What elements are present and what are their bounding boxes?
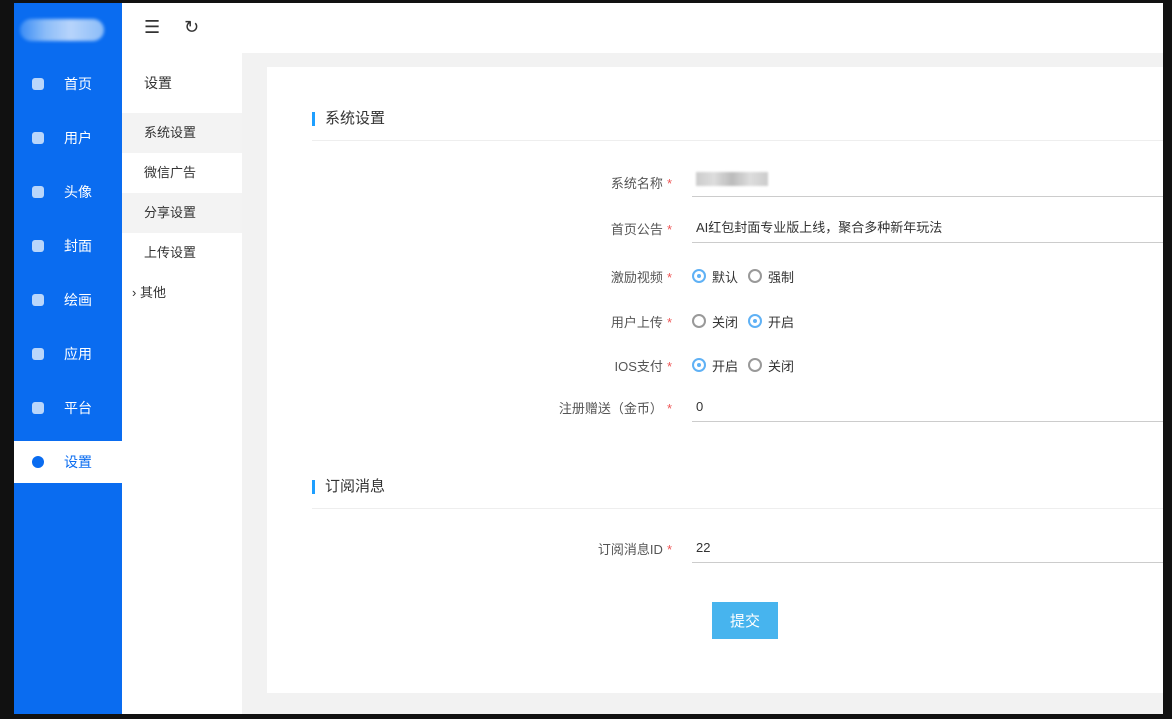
nav-label: 设置: [64, 454, 92, 470]
diamond-icon: [32, 132, 44, 144]
field-ios: IOS支付 * 开启 关闭: [267, 350, 1163, 380]
radio-upload-off[interactable]: 关闭: [692, 312, 738, 331]
radio-ios-on[interactable]: 开启: [692, 356, 738, 375]
section-title-subscribe: 订阅消息: [312, 465, 1163, 509]
nav-drawing[interactable]: 绘画: [14, 279, 122, 321]
submenu-share[interactable]: 分享设置: [122, 193, 242, 233]
field-upload: 用户上传 * 关闭 开启: [267, 306, 1163, 336]
nav-platform[interactable]: 平台: [14, 387, 122, 429]
submenu: 设置 系统设置 微信广告 分享设置 上传设置 › 其他: [122, 53, 242, 714]
star-icon: [32, 240, 44, 252]
home-icon: [32, 78, 44, 90]
submenu-upload[interactable]: 上传设置: [122, 233, 242, 273]
gear-icon: [32, 456, 44, 468]
sidebar: 首页 用户 头像 封面 绘画 应用 平台 设置: [14, 3, 122, 714]
field-subscribe-id: 订阅消息ID * 22: [267, 533, 1163, 563]
submenu-wechat-ads[interactable]: 微信广告: [122, 153, 242, 193]
nav-apps[interactable]: 应用: [14, 333, 122, 375]
nav-label: 绘画: [64, 292, 92, 308]
nav-home[interactable]: 首页: [14, 63, 122, 105]
nav-label: 封面: [64, 238, 92, 254]
radio-video-default[interactable]: 默认: [692, 267, 738, 286]
label: 用户上传: [610, 314, 663, 330]
nav-avatar[interactable]: 头像: [14, 171, 122, 213]
nav-label: 用户: [64, 130, 92, 146]
nav-label: 平台: [64, 400, 92, 416]
top-bar: ☰ ↻: [122, 3, 1163, 53]
section-title-system: 系统设置: [312, 97, 1163, 141]
nav-label: 应用: [64, 346, 92, 362]
subscribe-id-input[interactable]: 22: [692, 533, 1163, 563]
submenu-title: 设置: [144, 75, 172, 91]
nav-cover[interactable]: 封面: [14, 225, 122, 267]
image-icon: [32, 294, 44, 306]
label: 注册赠送（金币）: [558, 400, 663, 416]
collapse-menu-icon[interactable]: ☰: [144, 17, 160, 38]
radio-label: 开启: [768, 314, 795, 330]
radio-ios-off[interactable]: 关闭: [748, 356, 794, 375]
label: 首页公告: [610, 221, 663, 237]
radio-video-force[interactable]: 强制: [748, 267, 794, 286]
label: IOS支付: [614, 358, 663, 374]
radio-label: 开启: [712, 358, 739, 374]
blurred-value: [696, 172, 768, 186]
field-gift: 注册赠送（金币） * 0: [267, 392, 1163, 422]
required-mark: *: [666, 314, 672, 330]
required-mark: *: [666, 358, 672, 374]
notice-input[interactable]: AI红包封面专业版上线，聚合多种新年玩法: [692, 213, 1163, 243]
required-mark: *: [666, 541, 672, 557]
chevron-right-icon: ›: [132, 285, 140, 300]
app-icon: [32, 348, 44, 360]
system-name-input[interactable]: [692, 167, 1163, 197]
required-mark: *: [666, 221, 672, 237]
field-notice: 首页公告 * AI红包封面专业版上线，聚合多种新年玩法: [267, 213, 1163, 243]
nav-label: 首页: [64, 76, 92, 92]
submenu-other-label: 其他: [139, 285, 166, 300]
required-mark: *: [666, 269, 672, 285]
avatar-icon: [32, 186, 44, 198]
radio-label: 关闭: [712, 314, 739, 330]
label: 激励视频: [610, 269, 663, 285]
required-mark: *: [666, 175, 672, 191]
nav-settings[interactable]: 设置: [14, 441, 122, 483]
radio-label: 关闭: [768, 358, 795, 374]
submit-button[interactable]: 提交: [712, 602, 778, 639]
submenu-system[interactable]: 系统设置: [122, 113, 242, 153]
submenu-other[interactable]: › 其他: [122, 273, 242, 313]
radio-label: 默认: [712, 269, 739, 285]
logo: [20, 19, 104, 41]
radio-upload-on[interactable]: 开启: [748, 312, 794, 331]
gift-input[interactable]: 0: [692, 392, 1163, 422]
label: 系统名称: [610, 175, 663, 191]
settings-card: 系统设置 系统名称 * 首页公告 * AI红包封面专业版上线，聚合多种新年玩法 激励视…: [267, 67, 1163, 693]
refresh-icon[interactable]: ↻: [184, 17, 199, 38]
label: 订阅消息ID: [597, 541, 663, 557]
nav-users[interactable]: 用户: [14, 117, 122, 159]
required-mark: *: [666, 400, 672, 416]
nav-label: 头像: [64, 184, 92, 200]
platform-icon: [32, 402, 44, 414]
field-system-name: 系统名称 *: [267, 167, 1163, 197]
field-video: 激励视频 * 默认 强制: [267, 261, 1163, 291]
radio-label: 强制: [768, 269, 795, 285]
